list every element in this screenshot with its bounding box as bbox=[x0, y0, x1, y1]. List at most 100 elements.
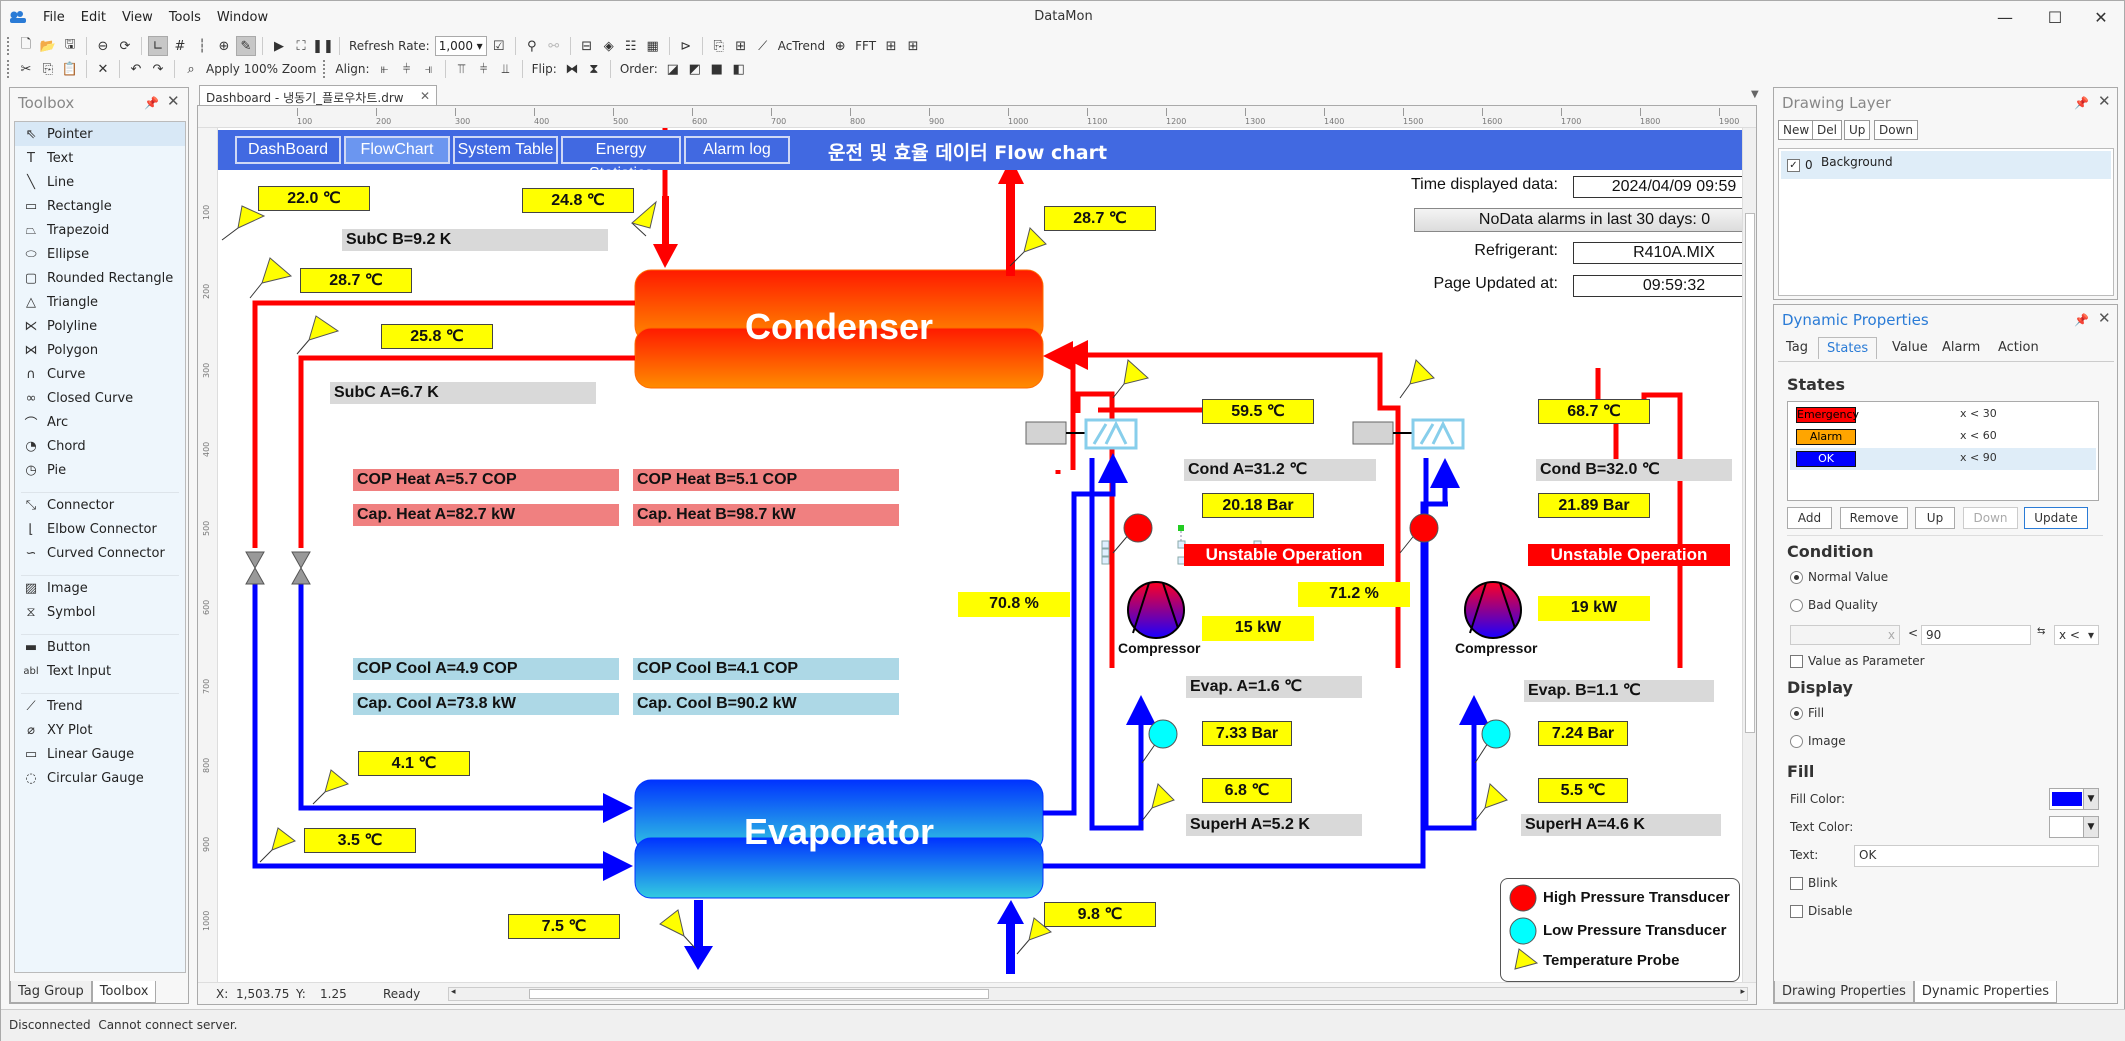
display-image-radio[interactable] bbox=[1790, 735, 1803, 748]
tab-states[interactable]: States bbox=[1818, 337, 1878, 359]
high-pressure-transducer-a[interactable] bbox=[1112, 513, 1153, 554]
refresh-rate-select[interactable]: 1,000 ▾ bbox=[434, 36, 487, 56]
pin-icon[interactable]: 📌 bbox=[144, 96, 159, 110]
nav-system-table-button[interactable]: System Table bbox=[453, 136, 558, 164]
tool-trend[interactable]: ⟋ Trend bbox=[15, 694, 185, 718]
tab-tag[interactable]: Tag bbox=[1778, 337, 1816, 358]
paste-icon[interactable]: 📋 bbox=[60, 59, 80, 79]
tab-tag-group[interactable]: Tag Group bbox=[10, 981, 92, 1003]
bad-quality-radio[interactable] bbox=[1790, 599, 1803, 612]
state-add-button[interactable]: Add bbox=[1787, 507, 1832, 529]
menu-view[interactable]: View bbox=[114, 9, 161, 27]
tool-closed-curve[interactable]: ∞ Closed Curve bbox=[15, 386, 185, 410]
tool-polyline[interactable]: ⋉ Polyline bbox=[15, 314, 185, 338]
toolbar-grip[interactable] bbox=[7, 37, 10, 55]
expansion-valve-b[interactable] bbox=[245, 551, 265, 585]
alarm-status-a[interactable]: Unstable Operation bbox=[1184, 544, 1384, 566]
save-icon[interactable]: 🖫 bbox=[60, 36, 80, 56]
low-pressure-transducer-a[interactable] bbox=[1141, 719, 1178, 764]
nav-dashboard-button[interactable]: DashBoard bbox=[235, 136, 341, 164]
swap-icon[interactable]: ⇆ bbox=[2037, 626, 2045, 637]
tool-image[interactable]: ▨ Image bbox=[15, 576, 185, 600]
tool-linear-gauge[interactable]: ▭ Linear Gauge bbox=[15, 742, 185, 766]
bring-forward-icon[interactable]: ◩ bbox=[685, 59, 705, 79]
high-pressure-transducer-b[interactable] bbox=[1399, 513, 1439, 554]
report-icon[interactable]: ⎘ bbox=[709, 36, 729, 56]
delete-icon[interactable]: ✕ bbox=[93, 59, 113, 79]
tool-text-input[interactable]: abl Text Input bbox=[15, 659, 185, 683]
low-pressure-transducer-b[interactable] bbox=[1474, 719, 1511, 764]
toolbox-icon[interactable]: ⊟ bbox=[577, 36, 597, 56]
state-update-button[interactable]: Update bbox=[2024, 507, 2088, 529]
value-as-parameter-checkbox[interactable] bbox=[1790, 655, 1803, 668]
state-row-ok[interactable]: OK x < 90 bbox=[1790, 448, 2096, 470]
horizontal-scroll-thumb[interactable] bbox=[529, 989, 989, 999]
tool-ellipse[interactable]: ⬭ Ellipse bbox=[15, 242, 185, 266]
state-remove-button[interactable]: Remove bbox=[1840, 507, 1908, 529]
apply-check-icon[interactable]: ☑ bbox=[489, 36, 509, 56]
display-fill-radio[interactable] bbox=[1790, 707, 1803, 720]
tab-drawing-properties[interactable]: Drawing Properties bbox=[1774, 981, 1914, 1003]
drawing-canvas[interactable]: DashBoard FlowChart System Table Energy … bbox=[218, 128, 1744, 984]
compressor-a[interactable] bbox=[1127, 581, 1185, 639]
pin-icon[interactable]: 📌 bbox=[2074, 313, 2089, 327]
state-row-alarm[interactable]: Alarm x < 60 bbox=[1790, 426, 2096, 448]
condition-high-input[interactable]: 90 bbox=[1921, 625, 2031, 645]
tab-value[interactable]: Value bbox=[1884, 337, 1936, 358]
ruler-icon[interactable]: ∟ bbox=[148, 36, 168, 56]
blink-checkbox[interactable] bbox=[1790, 877, 1803, 890]
document-list-dropdown-icon[interactable]: ▼ bbox=[1751, 89, 1759, 100]
snap-icon[interactable]: ⊕ bbox=[214, 36, 234, 56]
close-tab-icon[interactable]: ✕ bbox=[420, 89, 430, 103]
tab-dynamic-properties[interactable]: Dynamic Properties bbox=[1913, 981, 2058, 1003]
expansion-valve-a[interactable] bbox=[291, 551, 311, 585]
tool-pie[interactable]: ◷ Pie bbox=[15, 458, 185, 482]
tool-curved-connector[interactable]: ∽ Curved Connector bbox=[15, 541, 185, 565]
toolbar-grip[interactable] bbox=[323, 60, 326, 78]
send-backward-icon[interactable]: ■ bbox=[707, 59, 727, 79]
pin-icon[interactable]: 📌 bbox=[2074, 96, 2089, 110]
copy-icon[interactable]: ⎘ bbox=[38, 59, 58, 79]
tool-connector[interactable]: ⤡ Connector bbox=[15, 493, 185, 517]
redo-icon[interactable]: ↷ bbox=[148, 59, 168, 79]
tool-curve[interactable]: ∩ Curve bbox=[15, 362, 185, 386]
tool-pointer[interactable]: ⇖ Pointer bbox=[15, 122, 185, 146]
minimize-button[interactable]: — bbox=[1985, 5, 2025, 31]
vertical-scroll-thumb[interactable] bbox=[1745, 213, 1755, 733]
close-icon[interactable]: ✕ bbox=[2098, 92, 2111, 110]
menu-file[interactable]: File bbox=[35, 9, 73, 27]
trend-chart-icon[interactable]: ⟋ bbox=[753, 36, 773, 56]
guide-icon[interactable]: ┆ bbox=[192, 36, 212, 56]
state-up-button[interactable]: Up bbox=[1915, 507, 1955, 529]
run-icon[interactable]: ▶ bbox=[269, 36, 289, 56]
tool-rectangle[interactable]: ▭ Rectangle bbox=[15, 194, 185, 218]
send-back-icon[interactable]: ◧ bbox=[729, 59, 749, 79]
compressor-b[interactable] bbox=[1464, 581, 1522, 639]
refresh-icon[interactable]: ⟳ bbox=[115, 36, 135, 56]
state-text-input[interactable]: OK bbox=[1854, 845, 2099, 867]
apply-zoom-button[interactable]: Apply 100% Zoom bbox=[203, 62, 319, 76]
tab-action[interactable]: Action bbox=[1990, 337, 2047, 358]
undo-icon[interactable]: ↶ bbox=[126, 59, 146, 79]
target-icon[interactable]: ⊕ bbox=[830, 36, 850, 56]
tag-link-icon[interactable]: ⊖ bbox=[93, 36, 113, 56]
maximize-button[interactable]: ☐ bbox=[2035, 5, 2075, 31]
tool-elbow-connector[interactable]: ⌊ Elbow Connector bbox=[15, 517, 185, 541]
alarm-status-b[interactable]: Unstable Operation bbox=[1528, 544, 1730, 566]
edit-mode-icon[interactable]: ✎ bbox=[236, 36, 256, 56]
disable-checkbox[interactable] bbox=[1790, 905, 1803, 918]
layer-del-button[interactable]: Del bbox=[1812, 120, 1842, 140]
align-top-icon[interactable]: ⫪ bbox=[452, 59, 472, 79]
align-center-icon[interactable]: ⫩ bbox=[397, 59, 417, 79]
layer-row[interactable]: ✓ 0 Background bbox=[1781, 151, 2111, 179]
nodata-alarms-button[interactable]: NoData alarms in last 30 days: 0 bbox=[1414, 208, 1744, 232]
bring-front-icon[interactable]: ◪ bbox=[663, 59, 683, 79]
tool-line[interactable]: ╲ Line bbox=[15, 170, 185, 194]
properties-icon[interactable]: ☷ bbox=[621, 36, 641, 56]
zoom-icon[interactable]: ⌕ bbox=[181, 59, 201, 79]
dashboard-icon[interactable]: ▦ bbox=[643, 36, 663, 56]
close-icon[interactable]: ✕ bbox=[2098, 309, 2111, 327]
open-folder-icon[interactable]: 📂 bbox=[38, 36, 58, 56]
close-icon[interactable]: ✕ bbox=[167, 92, 180, 110]
layer-new-button[interactable]: New bbox=[1778, 120, 1815, 140]
